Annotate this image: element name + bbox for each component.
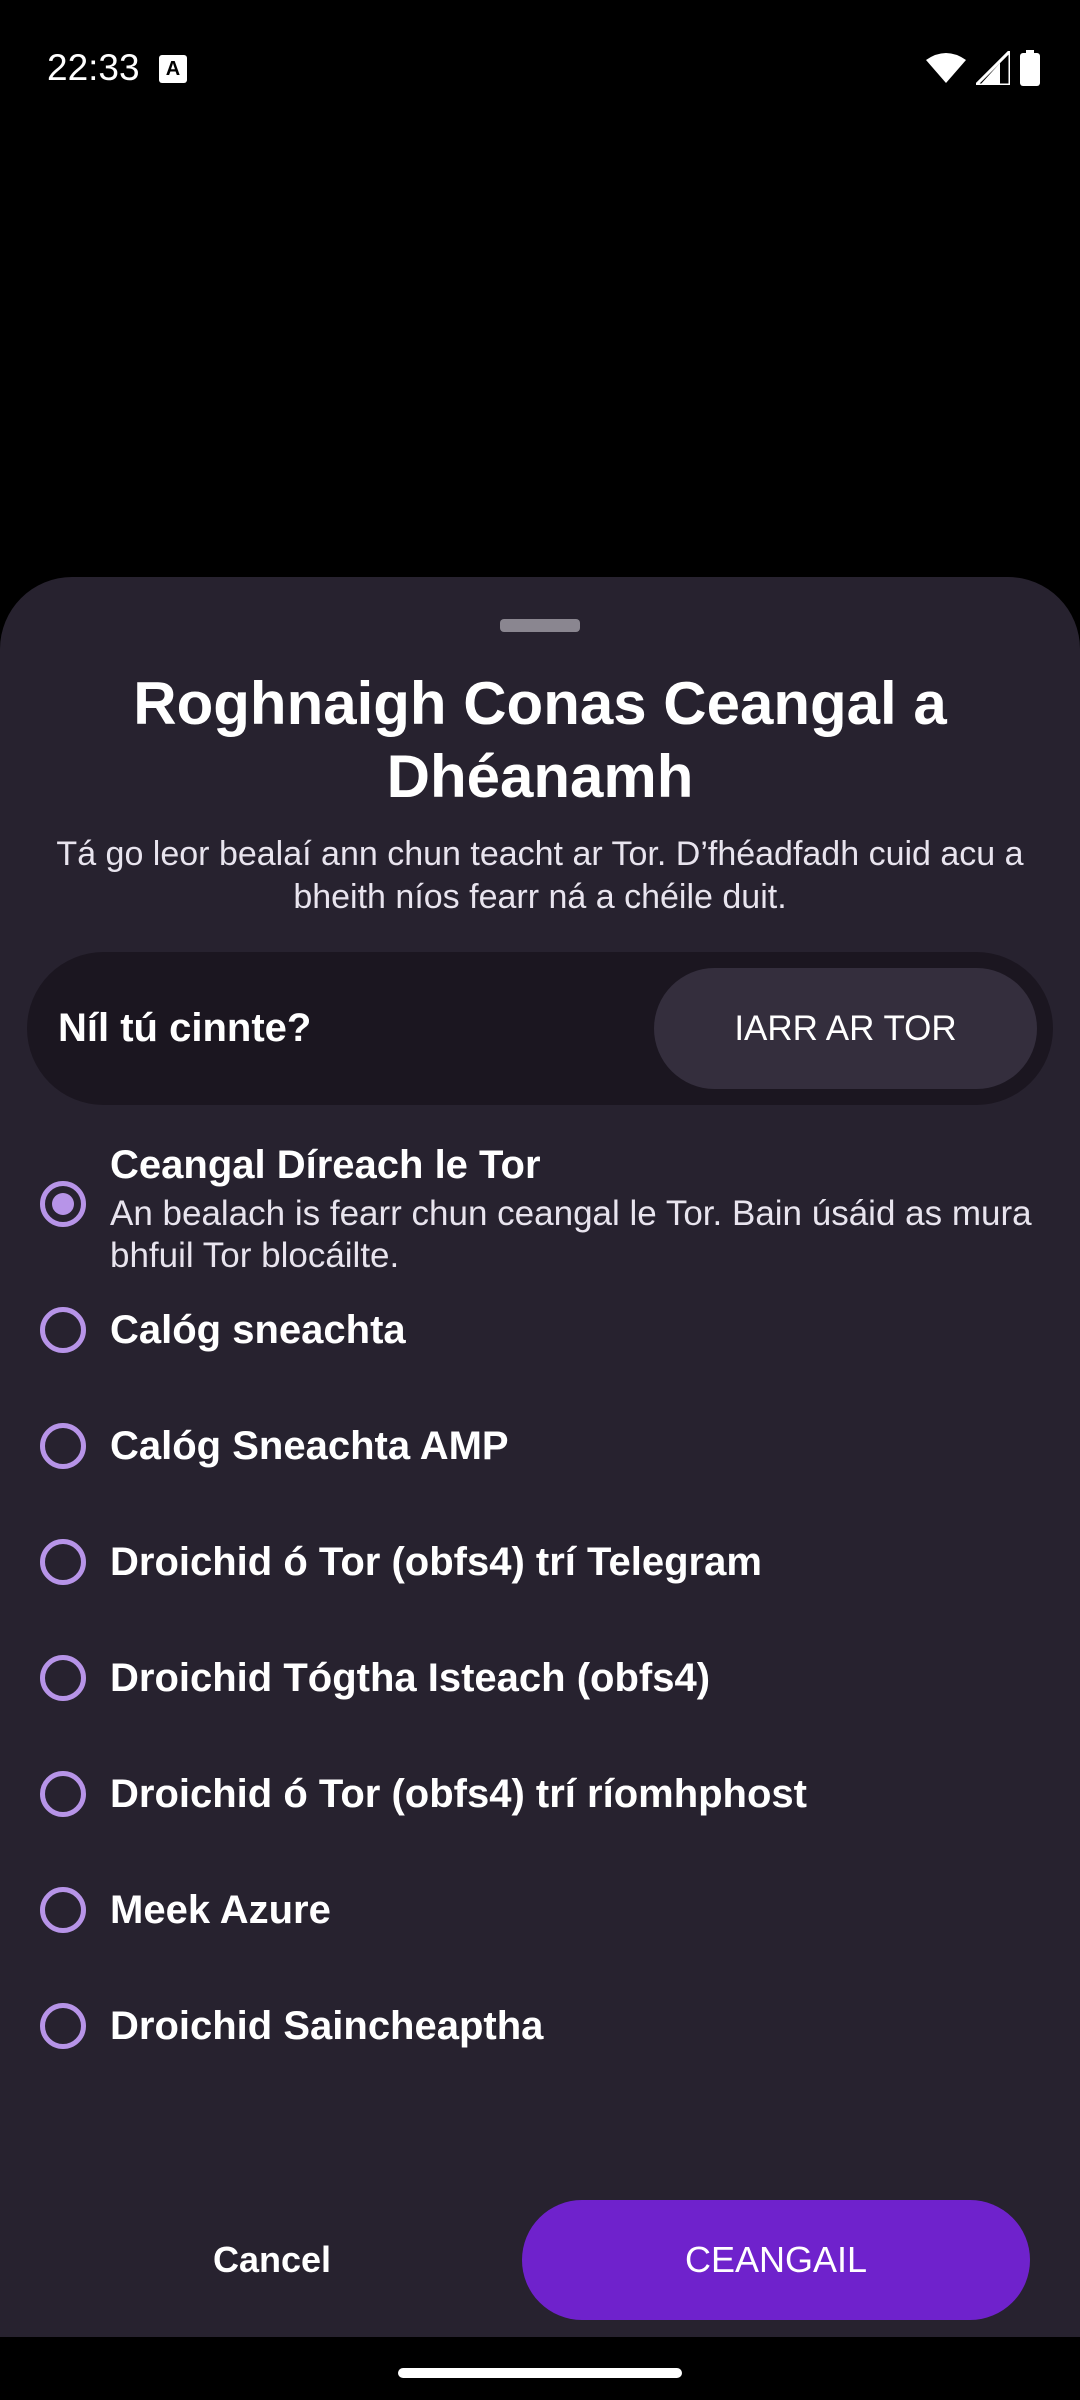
option-builtin-bridges[interactable]: Droichid Tógtha Isteach (obfs4) [0, 1628, 1080, 1728]
radio-unselected[interactable] [40, 1539, 86, 1585]
option-custom-bridges[interactable]: Droichid Saincheaptha [0, 1976, 1080, 2076]
status-time: 22:33 [47, 47, 140, 88]
sheet-subtitle: Tá go leor bealaí ann chun teacht ar Tor… [56, 835, 1024, 916]
a-notification-icon: A [159, 55, 187, 83]
option-label: Droichid Saincheaptha [110, 2004, 544, 2048]
option-snowflake[interactable]: Calóg sneachta [0, 1280, 1080, 1380]
radio-unselected[interactable] [40, 1307, 86, 1353]
connection-bottom-sheet: Roghnaigh Conas Ceangal a Dhéanamh Tá go… [0, 577, 1080, 2337]
option-telegram-bridges[interactable]: Droichid ó Tor (obfs4) trí Telegram [0, 1512, 1080, 1612]
option-label: Meek Azure [110, 1888, 331, 1932]
signal-icon [976, 51, 1010, 85]
radio-unselected[interactable] [40, 1771, 86, 1817]
status-icons [926, 48, 1040, 88]
option-email-bridges[interactable]: Droichid ó Tor (obfs4) trí ríomhphost [0, 1744, 1080, 1844]
option-label: Droichid Tógtha Isteach (obfs4) [110, 1656, 711, 1700]
radio-unselected[interactable] [40, 1655, 86, 1701]
option-snowflake-amp[interactable]: Calóg Sneachta AMP [0, 1396, 1080, 1496]
option-label: Ceangal Díreach le Tor [110, 1143, 541, 1187]
drag-handle[interactable] [500, 619, 580, 632]
option-direct[interactable]: Ceangal Díreach le Tor An bealach is fea… [0, 1130, 1080, 1275]
option-label: Droichid ó Tor (obfs4) trí Telegram [110, 1540, 762, 1584]
ask-tor-button[interactable]: IARR AR TOR [654, 968, 1037, 1089]
battery-icon [1020, 50, 1040, 86]
cancel-button[interactable]: Cancel [132, 2200, 412, 2320]
radio-unselected[interactable] [40, 1423, 86, 1469]
connect-button[interactable]: CEANGAIL [522, 2200, 1030, 2320]
radio-unselected[interactable] [40, 2003, 86, 2049]
option-label: Droichid ó Tor (obfs4) trí ríomhphost [110, 1772, 807, 1816]
help-box: Níl tú cinnte? IARR AR TOR [27, 952, 1053, 1105]
option-label: Calóg Sneachta AMP [110, 1424, 509, 1468]
sheet-title: Roghnaigh Conas Ceangal a Dhéanamh [133, 670, 947, 810]
option-meek-azure[interactable]: Meek Azure [0, 1860, 1080, 1960]
help-label: Níl tú cinnte? [58, 1006, 312, 1050]
home-indicator[interactable] [398, 2368, 682, 2378]
option-description: An bealach is fearr chun ceangal le Tor.… [110, 1194, 1032, 1275]
wifi-icon [926, 53, 966, 83]
radio-unselected[interactable] [40, 1887, 86, 1933]
screen: 22:33 A Roghnaigh Conas Ceangal a Dhéana… [0, 0, 1080, 2400]
status-bar: 22:33 A [0, 0, 1080, 140]
radio-selected[interactable] [40, 1181, 86, 1227]
option-label: Calóg sneachta [110, 1308, 406, 1352]
